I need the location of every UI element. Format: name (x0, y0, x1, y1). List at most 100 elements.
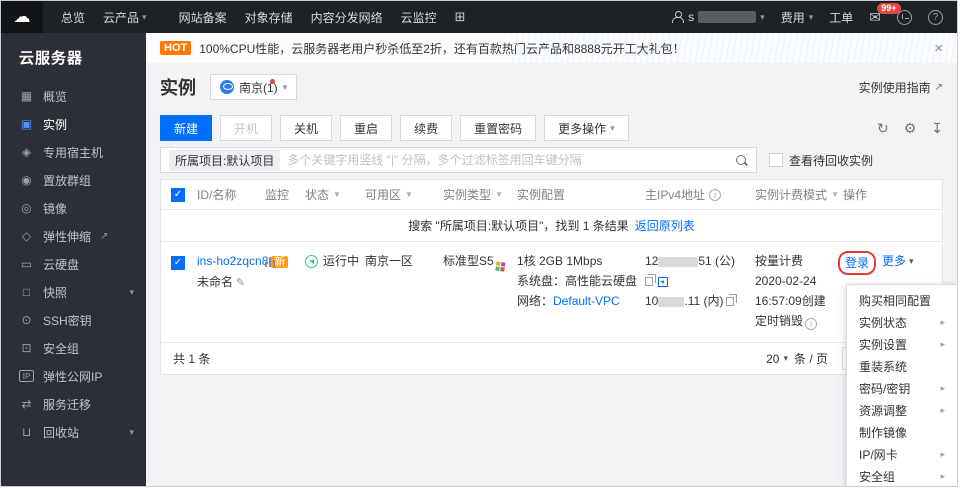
filter-icon[interactable]: ▼ (405, 190, 413, 199)
reset-password-button[interactable]: 重置密码 (460, 115, 537, 141)
row-checkbox[interactable] (171, 256, 185, 270)
convert-eip-icon[interactable] (658, 276, 668, 287)
info-icon[interactable] (709, 188, 722, 201)
menu-item-create-image[interactable]: 制作镜像 (847, 421, 957, 443)
filter-icon[interactable]: ▼ (495, 190, 503, 199)
menu-item-reinstall-system[interactable]: 重装系统 (847, 355, 957, 377)
menu-item-resource-adjust[interactable]: 资源调整 ▸ (847, 399, 957, 421)
topnav-monitor[interactable]: 云监控 (401, 9, 437, 26)
instance-id-link[interactable]: ins-ho2zqcn8 (197, 254, 268, 268)
search-input[interactable] (287, 153, 728, 167)
submenu-arrow-icon: ▸ (940, 382, 945, 393)
filter-tag-project[interactable]: 所属项目:默认项目 (169, 149, 281, 171)
menu-item-instance-settings[interactable]: 实例设置 ▸ (847, 333, 957, 355)
search-icon[interactable] (735, 154, 748, 167)
renew-button[interactable]: 续费 (400, 115, 453, 141)
search-box[interactable]: 所属项目:默认项目 (160, 147, 757, 173)
type-cell: 标准型S5 (443, 251, 517, 272)
topnav-cos[interactable]: 对象存储 (245, 9, 293, 26)
col-id-name: ID/名称 (197, 188, 237, 202)
topnav-cdn[interactable]: 内容分发网络 (311, 9, 383, 26)
scaling-icon: ◇ (21, 229, 32, 243)
sidebar-item-instances[interactable]: ▣ 实例 (1, 110, 146, 138)
sidebar-item-snapshot[interactable]: □ 快照 ▾ (1, 278, 146, 306)
more-actions-menu: 购买相同配置 实例状态 ▸ 实例设置 ▸ 重装系统 密码/密钥 ▸ 资源调整 ▸ 制作镜… (846, 284, 957, 486)
sidebar-item-dedicated-host[interactable]: ◈ 专用宿主机 (1, 138, 146, 166)
submenu-arrow-icon: ▸ (940, 338, 945, 349)
add-shortcut-icon[interactable]: ⊞ (455, 9, 466, 25)
restart-button[interactable]: 重启 (340, 115, 393, 141)
grid-icon: ▦ (20, 89, 33, 103)
recycle-checkbox[interactable] (769, 153, 783, 167)
sidebar-item-auto-scaling[interactable]: ◇ 弹性伸缩 ↗ (1, 222, 146, 250)
ticket-menu[interactable]: 工单 (829, 9, 853, 26)
sidebar-item-placement-group[interactable]: ◉ 置放群组 (1, 166, 146, 194)
close-icon[interactable]: × (934, 40, 943, 57)
gear-icon[interactable]: ⚙ (904, 120, 917, 137)
login-link[interactable]: 登录 (845, 256, 869, 270)
tencent-cloud-logo[interactable]: ☁ (1, 1, 43, 33)
message-center[interactable]: ✉ 99+ (869, 2, 901, 26)
select-all-checkbox[interactable] (171, 187, 185, 202)
menu-item-instance-status[interactable]: 实例状态 ▸ (847, 311, 957, 333)
sidebar-item-images[interactable]: ◎ 镜像 (1, 194, 146, 222)
sidebar-item-recycle-bin[interactable]: ⊔ 回收站 ▾ (1, 418, 146, 446)
create-button[interactable]: 新建 (160, 115, 213, 141)
sidebar-item-ssh-key[interactable]: ⊙ SSH密钥 (1, 306, 146, 334)
sidebar-item-overview[interactable]: ▦ 概览 (1, 82, 146, 110)
zone-cell: 南京一区 (365, 254, 414, 268)
menu-item-security-group[interactable]: 安全组 ▸ (847, 465, 957, 486)
instance-table: ID/名称 监控 状态▼ 可用区▼ 实例类型▼ 实例配置 主IPv4地址 实例计… (160, 179, 943, 375)
sidebar-item-cloud-disk[interactable]: ▭ 云硬盘 (1, 250, 146, 278)
host-icon: ◈ (21, 145, 32, 159)
filter-icon[interactable]: ▼ (831, 190, 839, 199)
region-selector[interactable]: 南京(1) ▾ (210, 74, 298, 100)
submenu-arrow-icon: ▸ (940, 404, 945, 415)
filter-icon[interactable]: ▼ (333, 190, 341, 199)
main-content: HOT 100%CPU性能，云服务器老用户秒杀低至2折，还有百款热门云产品和88… (146, 33, 957, 486)
monitor-chart-icon[interactable] (265, 256, 275, 267)
table-row[interactable]: ins-ho2zqcn8新 未命名✎ 运行中 南京一区 标准型S5 1核 2GB… (161, 242, 942, 342)
download-icon[interactable]: ↧ (931, 120, 943, 137)
menu-item-ip-nic[interactable]: IP/网卡 ▸ (847, 443, 957, 465)
promo-text[interactable]: 100%CPU性能，云服务器老用户秒杀低至2折，还有百款热门云产品和8888元开… (199, 40, 684, 57)
power-on-button[interactable]: 开机 (220, 115, 273, 141)
private-ip-prefix: 10 (645, 294, 659, 308)
submenu-arrow-icon: ▸ (940, 448, 945, 459)
copy-icon[interactable] (645, 274, 656, 287)
external-link-icon: ↗ (934, 81, 943, 93)
col-ipv4: 主IPv4地址 (645, 186, 755, 203)
operation-cell: 登录 更多 ▾ (838, 251, 942, 275)
help-icon[interactable] (928, 9, 943, 25)
page-size-select[interactable]: 20 ▾ (766, 352, 788, 366)
key-icon: ⊙ (21, 313, 32, 327)
page-title: 实例 (160, 78, 196, 98)
promo-sparkle-icon (494, 261, 506, 272)
shutdown-button[interactable]: 关机 (280, 115, 333, 141)
sidebar-item-security-group[interactable]: ⊡ 安全组 (1, 334, 146, 362)
more-actions-button[interactable]: 更多操作 ▾ (544, 115, 629, 141)
topnav-overview[interactable]: 总览 (61, 9, 85, 26)
topnav-icp[interactable]: 网站备案 (179, 9, 227, 26)
topnav-cloud-products[interactable]: 云产品 ▾ (103, 9, 147, 26)
billing-menu[interactable]: 费用 ▾ (781, 9, 814, 26)
vpc-link[interactable]: Default-VPC (553, 294, 620, 308)
edit-name-icon[interactable]: ✎ (236, 277, 245, 289)
instance-guide-link[interactable]: 实例使用指南 ↗ (859, 79, 943, 96)
billing-cell: 按量计费 2020-02-24 16:57:09创建 定时销毁 (755, 251, 843, 331)
group-icon: ◉ (21, 173, 32, 187)
chevron-down-icon: ▾ (129, 426, 134, 437)
trash-icon: ⊔ (21, 425, 32, 439)
back-to-list-link[interactable]: 返回原列表 (635, 217, 695, 234)
account-menu[interactable]: s ▾ (672, 10, 765, 24)
config-disk: 系统盘：高性能云硬盘 (517, 274, 638, 288)
col-status: 状态 ▼ (305, 188, 341, 202)
menu-item-buy-same-config[interactable]: 购买相同配置 (847, 289, 957, 311)
sidebar-item-eip[interactable]: 弹性公网IP (1, 362, 146, 390)
sidebar-item-service-migration[interactable]: ⇄ 服务迁移 (1, 390, 146, 418)
copy-icon[interactable] (726, 294, 738, 307)
more-link[interactable]: 更多 ▾ (882, 251, 914, 271)
menu-item-password-key[interactable]: 密码/密钥 ▸ (847, 377, 957, 399)
info-icon[interactable] (805, 318, 818, 330)
refresh-icon[interactable]: ↻ (877, 120, 889, 137)
